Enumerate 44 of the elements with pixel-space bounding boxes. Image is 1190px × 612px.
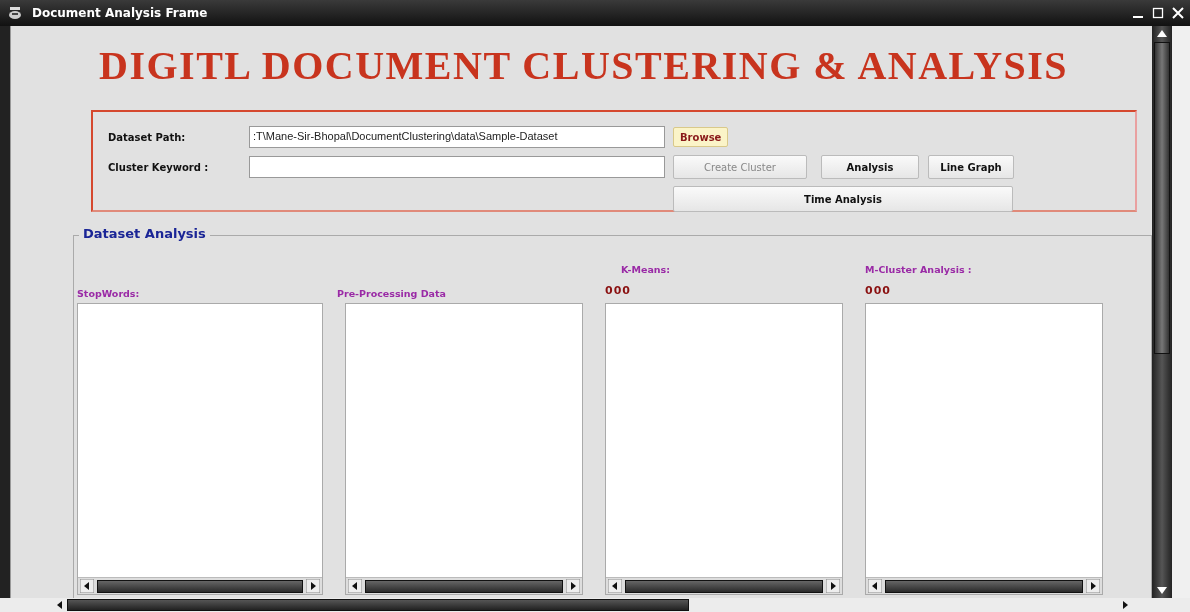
- app-icon: [8, 6, 22, 20]
- horizontal-scrollbar[interactable]: [0, 598, 1190, 612]
- action-button[interactable]: Line Graph: [928, 155, 1014, 179]
- action-button[interactable]: Analysis: [821, 155, 919, 179]
- scroll-right-icon[interactable]: [306, 579, 320, 593]
- text-field[interactable]: :T\Mane-Sir-Bhopal\DocumentClustering\data\Sample-Dataset: [249, 126, 665, 148]
- panel-heading: K-Means:: [621, 264, 671, 275]
- window-title: Document Analysis Frame: [32, 6, 209, 20]
- close-icon[interactable]: [1172, 7, 1184, 19]
- panel-caption: Pre-Processing Data: [337, 288, 447, 299]
- vertical-scrollbar[interactable]: [1152, 26, 1172, 598]
- scroll-right-icon[interactable]: [826, 579, 840, 593]
- scroll-right-icon[interactable]: [1120, 600, 1130, 610]
- scroll-down-icon[interactable]: [1156, 586, 1168, 596]
- scrollbar-thumb[interactable]: [67, 599, 689, 611]
- scrollbar-thumb[interactable]: [97, 579, 303, 593]
- scroll-right-icon[interactable]: [1086, 579, 1100, 593]
- scrollbar-thumb[interactable]: [365, 579, 563, 593]
- browse-button[interactable]: Browse: [673, 127, 729, 147]
- field-label: Cluster Keyword :: [108, 161, 210, 173]
- scroll-left-icon[interactable]: [608, 579, 622, 593]
- panel-heading: M-Cluster Analysis :: [865, 264, 973, 275]
- scrollbar-thumb[interactable]: [885, 579, 1083, 593]
- app-heading: DIGITL DOCUMENT CLUSTERING & ANALYSIS: [99, 44, 1069, 88]
- scroll-left-icon[interactable]: [348, 579, 362, 593]
- text-area[interactable]: [345, 303, 583, 595]
- action-button[interactable]: Time Analysis: [673, 186, 1013, 212]
- field-label: Dataset Path:: [108, 131, 187, 143]
- text-area[interactable]: [865, 303, 1103, 595]
- count-value: 000: [605, 284, 632, 297]
- scroll-left-icon[interactable]: [55, 600, 65, 610]
- text-area[interactable]: [77, 303, 323, 595]
- scrollbar-thumb[interactable]: [1154, 42, 1170, 354]
- scroll-left-icon[interactable]: [80, 579, 94, 593]
- count-value: 000: [865, 284, 892, 297]
- text-area[interactable]: [605, 303, 843, 595]
- panel-caption: StopWords:: [77, 288, 141, 299]
- scrollbar-thumb[interactable]: [625, 579, 823, 593]
- scroll-left-icon[interactable]: [868, 579, 882, 593]
- maximize-icon[interactable]: [1152, 7, 1164, 19]
- scroll-right-icon[interactable]: [566, 579, 580, 593]
- section-title: Dataset Analysis: [79, 226, 210, 241]
- scroll-up-icon[interactable]: [1156, 28, 1168, 38]
- text-field[interactable]: [249, 156, 665, 178]
